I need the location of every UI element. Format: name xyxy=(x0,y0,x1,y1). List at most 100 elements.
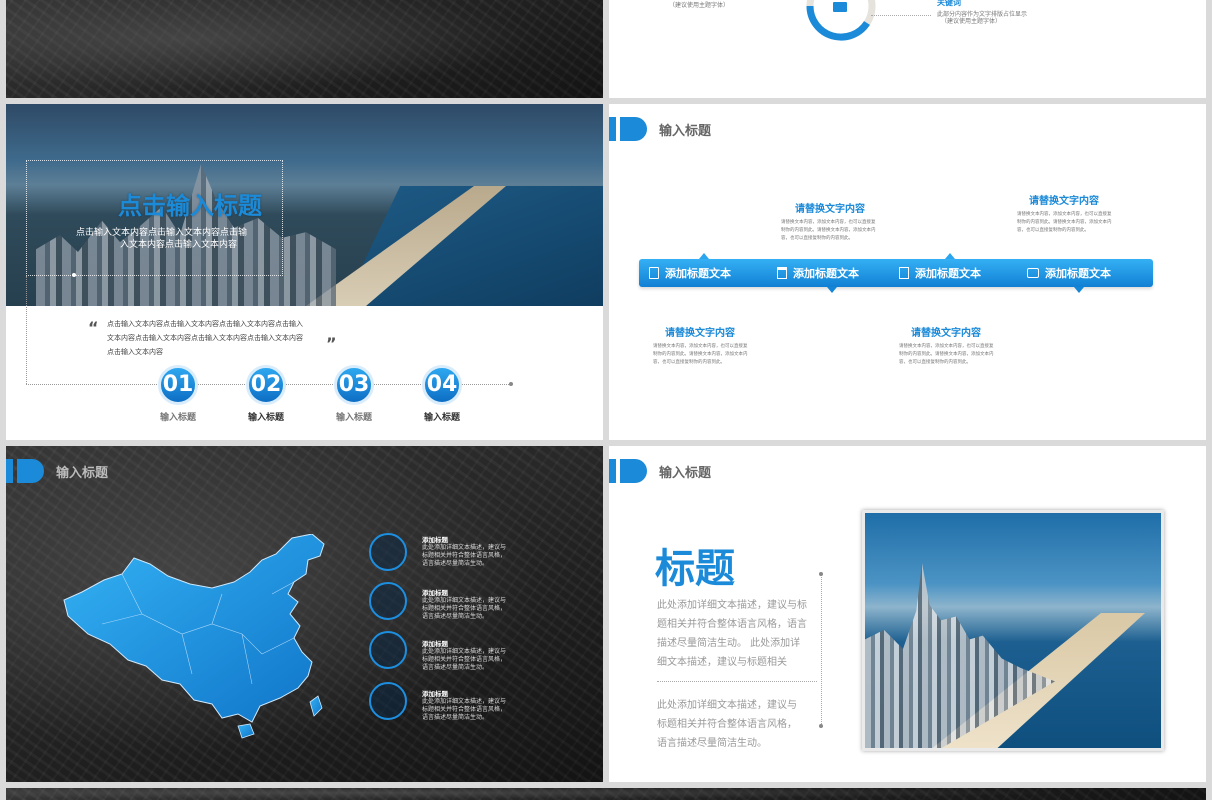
feature-4-l1: 此处添加详细文本描述，建议与 xyxy=(422,698,507,705)
callout-1-l2: 制你的内容到此。请替换文本内容，添加文本内 xyxy=(781,228,876,233)
slide-2-keywords[interactable]: （建议使用主题字体） 关键词 此部分内容作为文字排版占位显示 （建议使用主题字体… xyxy=(609,0,1206,98)
quote-open: “ xyxy=(88,318,99,337)
photo-buildings xyxy=(865,563,1055,748)
bar-item-4[interactable]: 添加标题文本 xyxy=(1027,259,1111,287)
step-circle-4[interactable]: 04 xyxy=(422,365,462,405)
callout-1: 请替换文字内容 请替换文本内容，添加文本内容，也可以直接复 制你的内容到此。请替… xyxy=(781,200,891,243)
bar-item-3[interactable]: 添加标题文本 xyxy=(899,259,981,287)
para-1-l1: 此处添加详细文本描述，建议与标 xyxy=(657,600,807,611)
callout-2-l3: 容，也可以直接复制你的内容到此。 xyxy=(1017,228,1089,233)
callout-3-title: 请替换文字内容 xyxy=(665,328,735,339)
quote-line-1: 点击输入文本内容点击输入文本内容点击输入文本内容点击输入 xyxy=(107,320,303,328)
slide-3-title: 点击输入标题 xyxy=(118,192,262,220)
para-2-l3: 语言描述尽量简洁生动。 xyxy=(657,738,767,749)
bar-item-3-label: 添加标题文本 xyxy=(915,267,981,280)
pointer-down-4 xyxy=(1074,287,1084,293)
pointer-up-1 xyxy=(699,253,709,259)
feature-1-l2: 标题相关并符合整体语言风格， xyxy=(422,552,507,559)
feature-4-l2: 标题相关并符合整体语言风格， xyxy=(422,706,507,713)
line-dot-bottom xyxy=(819,724,823,728)
feature-1-l1: 此处添加详细文本描述，建议与 xyxy=(422,544,507,551)
callout-1-l1: 请替换文本内容，添加文本内容，也可以直接复 xyxy=(781,220,876,225)
slide-1-dark-city[interactable] xyxy=(6,0,603,98)
step-circle-2[interactable]: 02 xyxy=(246,365,286,405)
callout-1-l3: 容，也可以直接复制你的内容到此。 xyxy=(781,236,853,241)
document-icon xyxy=(899,267,909,279)
pointer-down-2 xyxy=(827,287,837,293)
step-label-1: 输入标题 xyxy=(159,413,196,423)
step-circle-3[interactable]: 03 xyxy=(334,365,374,405)
callout-2-l2: 制你的内容到此。请替换文本内容，添加文本内 xyxy=(1017,220,1112,225)
keyword-desc-2: （建议使用主题字体） xyxy=(941,18,1002,25)
dotted-connector xyxy=(871,15,931,16)
feature-2-title: 添加标题 xyxy=(422,589,448,597)
callout-3-l2: 制你的内容到此。请替换文本内容，添加文本内 xyxy=(653,352,748,357)
divider xyxy=(657,681,817,682)
callout-4: 请替换文字内容 请替换文本内容，添加文本内容，也可以直接复 制你的内容到此。请替… xyxy=(899,324,1009,367)
laptop-icon[interactable] xyxy=(369,631,407,669)
compass-icon[interactable] xyxy=(369,533,407,571)
para-1-l2: 题相关并符合整体语言风格，语言 xyxy=(657,619,807,630)
slide-3-subtitle-2: 入文本内容点击输入文本内容 xyxy=(120,240,238,250)
slide-2-left-note: （建议使用主题字体） xyxy=(669,2,730,9)
callout-1-title: 请替换文字内容 xyxy=(795,204,865,215)
vertical-dotted-line xyxy=(821,574,822,726)
tools-icon[interactable] xyxy=(369,682,407,720)
slide-4-header: 输入标题 xyxy=(659,124,712,139)
step-circle-1[interactable]: 01 xyxy=(158,365,198,405)
clipboard-icon xyxy=(649,267,659,279)
para-1-l3: 描述尽量简洁生动。 此处添加详 xyxy=(657,638,801,649)
callout-4-title: 请替换文字内容 xyxy=(911,328,981,339)
quote-close: ” xyxy=(326,334,337,353)
feature-3-title: 添加标题 xyxy=(422,640,448,648)
callout-4-l3: 容，也可以直接复制你的内容到此。 xyxy=(899,360,971,365)
line-dot-top xyxy=(819,572,823,576)
bar-item-1[interactable]: 添加标题文本 xyxy=(649,259,731,287)
slide-5-map[interactable]: 输入标题 添加标题 此处添加详细文本描述，建议与 标题相关并符合整体语言风格， … xyxy=(6,446,603,782)
feature-3-l2: 标题相关并符合整体语言风格， xyxy=(422,656,507,663)
slide-6-title-photo[interactable]: 输入标题 标题 此处添加详细文本描述，建议与标 题相关并符合整体语言风格，语言 … xyxy=(609,446,1206,782)
title-mark-icon xyxy=(609,117,647,141)
feature-4-l3: 语言描述尽量简洁生动。 xyxy=(422,714,489,721)
title-mark-icon xyxy=(609,459,647,483)
timeline-end-dot xyxy=(509,382,513,386)
callout-4-l2: 制你的内容到此。请替换文本内容，添加文本内 xyxy=(899,352,994,357)
city-photo xyxy=(862,510,1164,751)
slide-4-process-bar[interactable]: 输入标题 添加标题文本 添加标题文本 添加标题文本 添加标题文本 请替换文字内容… xyxy=(609,104,1206,440)
feature-3-l1: 此处添加详细文本描述，建议与 xyxy=(422,648,507,655)
para-1-l4: 细文本描述，建议与标题相关 xyxy=(657,657,787,668)
feature-1-l3: 语言描述尽量简洁生动。 xyxy=(422,560,489,567)
presentation-icon xyxy=(833,2,847,12)
left-vertical-line xyxy=(26,276,27,384)
bar-item-1-label: 添加标题文本 xyxy=(665,267,731,280)
title-mark-icon xyxy=(6,459,44,483)
slide-3-title-steps[interactable]: 点击输入标题 点击输入文本内容点击输入文本内容点击输 入文本内容点击输入文本内容… xyxy=(6,104,603,440)
quote-line-3: 点击输入文本内容 xyxy=(107,348,163,356)
quote-line-2: 文本内容点击输入文本内容点击输入文本内容点击输入文本内容 xyxy=(107,334,303,342)
step-label-3: 输入标题 xyxy=(335,413,372,423)
para-2-l2: 标题相关并符合整体语言风格， xyxy=(657,719,797,730)
feature-2-l3: 语言描述尽量简洁生动。 xyxy=(422,613,489,620)
chat-icon xyxy=(1027,268,1039,278)
speaker-icon[interactable] xyxy=(369,582,407,620)
feature-2-l1: 此处添加详细文本描述，建议与 xyxy=(422,597,507,604)
feature-4-title: 添加标题 xyxy=(422,690,448,698)
bar-item-2-label: 添加标题文本 xyxy=(793,267,859,280)
callout-3-l3: 容，也可以直接复制你的内容到此。 xyxy=(653,360,725,365)
pointer-up-3 xyxy=(945,253,955,259)
callout-3: 请替换文字内容 请替换文本内容，添加文本内容，也可以直接复 制你的内容到此。请替… xyxy=(653,324,763,367)
step-label-4: 输入标题 xyxy=(423,413,460,423)
frame-dot xyxy=(72,273,76,277)
slide-7-cropped[interactable] xyxy=(6,788,1206,800)
feature-1-title: 添加标题 xyxy=(422,536,448,544)
slide-5-header: 输入标题 xyxy=(56,466,109,481)
bar-item-4-label: 添加标题文本 xyxy=(1045,267,1111,280)
callout-2-l1: 请替换文本内容，添加文本内容，也可以直接复 xyxy=(1017,212,1112,217)
callout-4-l1: 请替换文本内容，添加文本内容，也可以直接复 xyxy=(899,344,994,349)
para-2-l1: 此处添加详细文本描述，建议与 xyxy=(657,700,797,711)
slide-6-header: 输入标题 xyxy=(659,466,712,481)
keyword-label: 关键词 xyxy=(937,0,961,7)
bar-item-2[interactable]: 添加标题文本 xyxy=(777,259,859,287)
china-map xyxy=(63,534,325,739)
feature-2-l2: 标题相关并符合整体语言风格， xyxy=(422,605,507,612)
